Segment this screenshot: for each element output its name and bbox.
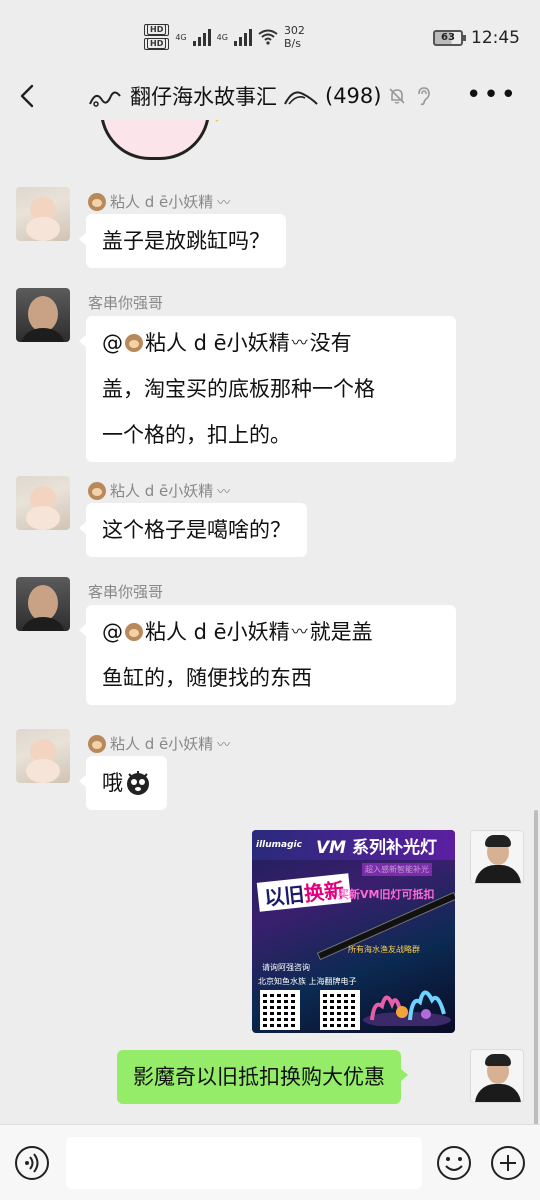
wave-right-icon	[284, 91, 318, 105]
clock: 12:45	[471, 28, 520, 48]
ad-group-text: 所有海水渔友战略群	[348, 945, 420, 954]
wave-icon: 〰	[217, 196, 231, 211]
baby-avatar[interactable]	[16, 729, 70, 783]
monkey-emoji-icon	[88, 734, 106, 753]
chat-messages[interactable]: 粘人 d ē小妖精 〰 盖子是放跳缸吗？ 客串你强哥 @ 粘人 d ē小妖精 〰…	[0, 120, 540, 1124]
ad-offer: 买新VM旧灯可抵扣	[338, 888, 435, 901]
self-avatar[interactable]	[470, 830, 524, 884]
message-bubble[interactable]: @ 粘人 d ē小妖精 〰 就是盖 鱼缸的，随便找的东西	[79, 605, 456, 705]
sender-name: 粘人 d ē小妖精 〰	[88, 480, 230, 501]
status-bar: HD HD 4G 4G 302 B/s 63 12:45	[0, 0, 540, 72]
sender-name-text: 粘人 d ē小妖精	[110, 193, 214, 211]
input-bar	[0, 1124, 540, 1200]
wave-icon: 〰	[217, 485, 231, 500]
message-bubble[interactable]: 这个格子是噶啥的？	[79, 503, 307, 557]
net-speed: 302 B/s	[284, 24, 305, 50]
status-left: HD HD 4G 4G 302 B/s	[144, 24, 305, 50]
message-bubble[interactable]: 盖子是放跳缸吗？	[79, 214, 286, 268]
sender-name-text: 粘人 d ē小妖精	[110, 735, 214, 753]
ad-consult-text: 请询阿强咨询	[262, 963, 310, 972]
battery-level: 63	[441, 32, 455, 43]
ear-icon	[418, 87, 431, 106]
mention-text: 粘人 d ē小妖精	[145, 620, 290, 644]
back-icon[interactable]	[14, 80, 42, 112]
sender-name-text: 客串你强哥	[88, 294, 164, 312]
qr-code-left	[260, 990, 300, 1030]
wave-icon: 〰	[291, 333, 308, 352]
sender-name: 客串你强哥	[88, 581, 163, 602]
message-line-2: 盖，淘宝买的底板那种一个格	[102, 377, 375, 401]
qr-code-right	[320, 990, 360, 1030]
member-count: (498)	[325, 84, 382, 108]
emoji-icon[interactable]	[436, 1145, 472, 1181]
sender-name-text: 客串你强哥	[88, 583, 164, 601]
monkey-emoji-icon	[125, 623, 143, 641]
hd-indicators: HD HD	[144, 24, 170, 50]
net-label-1: 4G	[175, 32, 187, 42]
ad-logo: illumagic	[256, 840, 302, 850]
scrollbar[interactable]	[534, 810, 538, 1124]
net-speed-unit: B/s	[283, 37, 301, 50]
hd-badge-1: HD	[144, 24, 170, 36]
wave-left-icon	[89, 91, 121, 107]
message-text: 影魔奇以旧抵扣换购大优惠	[133, 1065, 385, 1089]
mention-text: 粘人 d ē小妖精	[145, 331, 290, 355]
ad-dealers-text: 北京知鱼水族 上海翻牌电子	[258, 977, 357, 986]
wave-icon: 〰	[291, 622, 308, 641]
message-line-1: @ 粘人 d ē小妖精 〰 就是盖	[102, 609, 440, 655]
message-text: 哦	[102, 771, 123, 795]
voice-icon[interactable]	[14, 1145, 50, 1181]
sender-name: 客串你强哥	[88, 292, 163, 313]
ad-headline: VM 系列补光灯	[316, 833, 437, 858]
ad-subtitle: 超入感新智能补光	[362, 863, 432, 876]
ad-headline-text: 系列补光灯	[351, 837, 437, 858]
status-right: 63 12:45	[433, 28, 520, 48]
message-input[interactable]	[66, 1137, 422, 1189]
wave-icon: 〰	[217, 738, 231, 753]
message-bubble[interactable]: 哦	[79, 756, 167, 810]
sender-name-text: 粘人 d ē小妖精	[110, 482, 214, 500]
message-line-3: 一个格的，扣上的。	[102, 423, 291, 447]
message-line-1: @ 粘人 d ē小妖精 〰 没有	[102, 320, 440, 366]
monkey-emoji-icon	[88, 481, 106, 500]
self-avatar[interactable]	[470, 1049, 524, 1103]
ad-swap-text: 以旧	[263, 882, 306, 911]
baby-avatar[interactable]	[16, 476, 70, 530]
man-avatar[interactable]	[16, 577, 70, 631]
wifi-icon	[258, 29, 278, 45]
message-text: 盖子是放跳缸吗？	[102, 229, 270, 253]
monkey-emoji-icon	[125, 334, 143, 352]
message-text: 这个格子是噶啥的？	[102, 518, 291, 542]
chat-header: 翻仔海水故事汇 (498) •••	[0, 72, 540, 120]
coral-reef	[363, 990, 451, 1026]
shocked-emoji-icon	[127, 771, 149, 795]
group-title[interactable]: 翻仔海水故事汇 (498)	[88, 80, 433, 112]
ad-headline-vm: VM	[315, 837, 347, 858]
message-line-2: 鱼缸的，随便找的东西	[102, 666, 312, 690]
plus-icon[interactable]	[490, 1145, 526, 1181]
message-bubble-self[interactable]: 影魔奇以旧抵扣换购大优惠	[117, 1050, 408, 1104]
message-text: 没有	[309, 331, 352, 355]
sender-name: 粘人 d ē小妖精 〰	[88, 733, 230, 754]
message-text: 就是盖	[309, 620, 373, 644]
at-symbol: @	[102, 620, 123, 644]
message-bubble[interactable]: @ 粘人 d ē小妖精 〰 没有 盖，淘宝买的底板那种一个格 一个格的，扣上的。	[79, 316, 456, 462]
ad-image[interactable]: illumagic VM 系列补光灯 超入感新智能补光 以旧换新 买新VM旧灯可…	[252, 830, 455, 1033]
at-symbol: @	[102, 331, 123, 355]
ad-header: illumagic VM 系列补光灯	[252, 830, 455, 860]
monkey-emoji-icon	[88, 192, 106, 211]
signal-icon	[192, 28, 211, 46]
more-dots-icon[interactable]: •••	[466, 82, 518, 108]
hd-badge-2: HD	[144, 38, 170, 50]
net-label-2: 4G	[216, 32, 228, 42]
mute-bell-icon	[389, 88, 406, 104]
battery-icon: 63	[433, 30, 466, 46]
man-avatar[interactable]	[16, 288, 70, 342]
baby-avatar[interactable]	[16, 187, 70, 241]
signal-icon-2	[233, 28, 252, 46]
sender-name: 粘人 d ē小妖精 〰	[88, 191, 230, 212]
group-name: 翻仔海水故事汇	[130, 85, 277, 109]
net-speed-value: 302	[283, 24, 305, 37]
sticker-image[interactable]	[100, 120, 210, 160]
